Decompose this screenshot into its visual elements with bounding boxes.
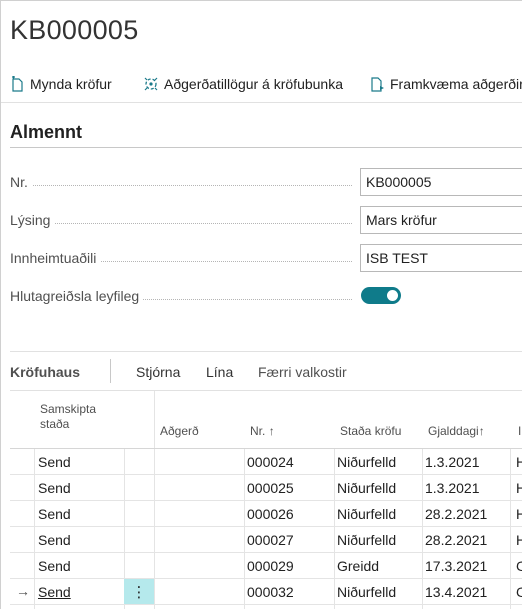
number-field-label: Nr.: [10, 174, 32, 190]
create-document-icon: [12, 76, 23, 92]
cell-number[interactable]: 000024: [247, 454, 294, 470]
cell-claim-status: Niðurfelld: [337, 532, 397, 548]
cell-communication-status: Send: [38, 480, 71, 496]
execute-actions-label: Framkvæma aðgerðir: [390, 76, 522, 92]
collector-field-label: Innheimtuaðili: [10, 250, 101, 266]
partial-payment-label-row: Hlutagreiðsla leyfileg: [10, 288, 352, 310]
table-row[interactable]: Send 000024 Niðurfelld 1.3.2021 H: [10, 449, 522, 475]
cell-due-date: 17.3.2021: [425, 558, 488, 574]
cell-next: C: [516, 558, 522, 574]
table-row[interactable]: Send 000027 Niðurfelld 28.2.2021 H: [10, 527, 522, 553]
execute-document-icon: [371, 77, 384, 92]
column-header-number-label: Nr. ↑: [250, 424, 275, 438]
cell-claim-status: Niðurfelld: [337, 584, 397, 600]
number-field[interactable]: KB000005: [360, 168, 522, 196]
cell-next: H: [516, 532, 522, 548]
cell-next: H: [516, 454, 522, 470]
sort-ascending-icon: ↑: [478, 424, 485, 438]
cell-due-date: 1.3.2021: [425, 454, 480, 470]
execute-actions-action[interactable]: Framkvæma aðgerðir: [371, 74, 522, 94]
tab-manage[interactable]: Stjórna: [136, 364, 180, 380]
dotted-leader: [10, 185, 352, 186]
column-header-action[interactable]: Aðgerð: [160, 391, 240, 448]
cell-number[interactable]: 000027: [247, 532, 294, 548]
cell-number[interactable]: 000029: [247, 558, 294, 574]
collector-field[interactable]: ISB TEST: [360, 244, 522, 272]
description-field[interactable]: Mars kröfur: [360, 206, 522, 234]
section-divider: [10, 147, 522, 148]
table-row[interactable]: Send 000026 Niðurfelld 28.2.2021 H: [10, 501, 522, 527]
cell-communication-status: Send: [38, 506, 71, 522]
description-field-label-row: Lýsing: [10, 212, 352, 234]
subpage-separator: [110, 359, 111, 383]
page-title: KB000005: [10, 15, 139, 45]
column-header-due-date-text: Gjalddagi: [428, 424, 479, 438]
cell-number[interactable]: 000025: [247, 480, 294, 496]
cell-next: C: [516, 584, 522, 600]
column-header-number-text: Nr.: [250, 424, 266, 438]
toggle-knob: [387, 290, 398, 301]
cell-claim-status: Greidd: [337, 558, 380, 574]
column-header-communication-status[interactable]: Samskipta staða: [40, 391, 130, 448]
tab-line[interactable]: Lína: [206, 364, 233, 380]
column-header-claim-status-label: Staða kröfu: [340, 424, 402, 438]
cell-due-date: 28.2.2021: [425, 532, 488, 548]
cell-claim-status: Niðurfelld: [337, 454, 397, 470]
column-header-next[interactable]: I: [518, 391, 522, 448]
number-field-label-row: Nr.: [10, 174, 352, 196]
tab-fewer-options[interactable]: Færri valkostir: [258, 364, 347, 380]
column-header-claim-status[interactable]: Staða kröfu: [340, 391, 420, 448]
column-header-number[interactable]: Nr. ↑: [250, 391, 330, 448]
column-header-status-line2: staða: [40, 417, 70, 431]
subpage-divider: [10, 351, 522, 352]
column-header-due-date-label: Gjalddagi↑: [428, 424, 485, 438]
cell-due-date: 1.3.2021: [425, 480, 480, 496]
description-field-label: Lýsing: [10, 212, 55, 228]
cell-due-date: 28.2.2021: [425, 506, 488, 522]
column-header-next-label: I: [518, 424, 522, 438]
sort-ascending-icon: ↑: [268, 424, 275, 438]
claims-grid: Samskipta staða Aðgerð Nr. ↑ Staða kröfu…: [10, 391, 522, 609]
column-header-due-date[interactable]: Gjalddagi↑: [428, 391, 508, 448]
table-row[interactable]: Send 000029 Greidd 17.3.2021 C: [10, 553, 522, 579]
general-section-title: Almennt: [10, 122, 82, 142]
current-row-arrow-icon: →: [16, 583, 30, 599]
cell-next: H: [516, 506, 522, 522]
column-header-action-label: Aðgerð: [160, 424, 199, 438]
cell-claim-status: Niðurfelld: [337, 506, 397, 522]
cell-number[interactable]: 000026: [247, 506, 294, 522]
cell-claim-status: Niðurfelld: [337, 480, 397, 496]
cell-next: H: [516, 480, 522, 496]
cell-communication-status: Send: [38, 532, 71, 548]
document-page: KB000005 Mynda kröfur Aðgerðatillögur á …: [0, 0, 522, 609]
subpage-title: Kröfuhaus: [10, 364, 80, 380]
suggest-actions-action[interactable]: Aðgerðatillögur á kröfubunka: [143, 74, 343, 94]
suggest-actions-icon: [144, 77, 158, 91]
cell-communication-status: Send: [38, 558, 71, 574]
create-claims-label: Mynda kröfur: [30, 76, 112, 92]
column-header-status-line1: Samskipta: [40, 402, 97, 416]
row-menu-button[interactable]: ⋮: [124, 579, 154, 604]
table-row-selected[interactable]: → Send ⋮ 000032 Niðurfelld 13.4.2021 C: [10, 579, 522, 605]
cell-communication-status: Send: [38, 454, 71, 470]
subpage-header: Kröfuhaus Stjórna Lína Færri valkostir: [10, 353, 522, 391]
partial-payment-toggle[interactable]: [361, 287, 401, 304]
collector-field-label-row: Innheimtuaðili: [10, 250, 352, 272]
table-row[interactable]: Send 000025 Niðurfelld 1.3.2021 H: [10, 475, 522, 501]
suggest-actions-label: Aðgerðatillögur á kröfubunka: [164, 76, 344, 92]
dotted-leader: [10, 223, 352, 224]
action-bar: Mynda kröfur Aðgerðatillögur á kröfubunk…: [1, 65, 522, 103]
cell-due-date: 13.4.2021: [425, 584, 488, 600]
cell-communication-status[interactable]: Send: [38, 584, 71, 600]
create-claims-action[interactable]: Mynda kröfur: [11, 74, 112, 94]
cell-number[interactable]: 000032: [247, 584, 294, 600]
partial-payment-label: Hlutagreiðsla leyfileg: [10, 288, 144, 304]
